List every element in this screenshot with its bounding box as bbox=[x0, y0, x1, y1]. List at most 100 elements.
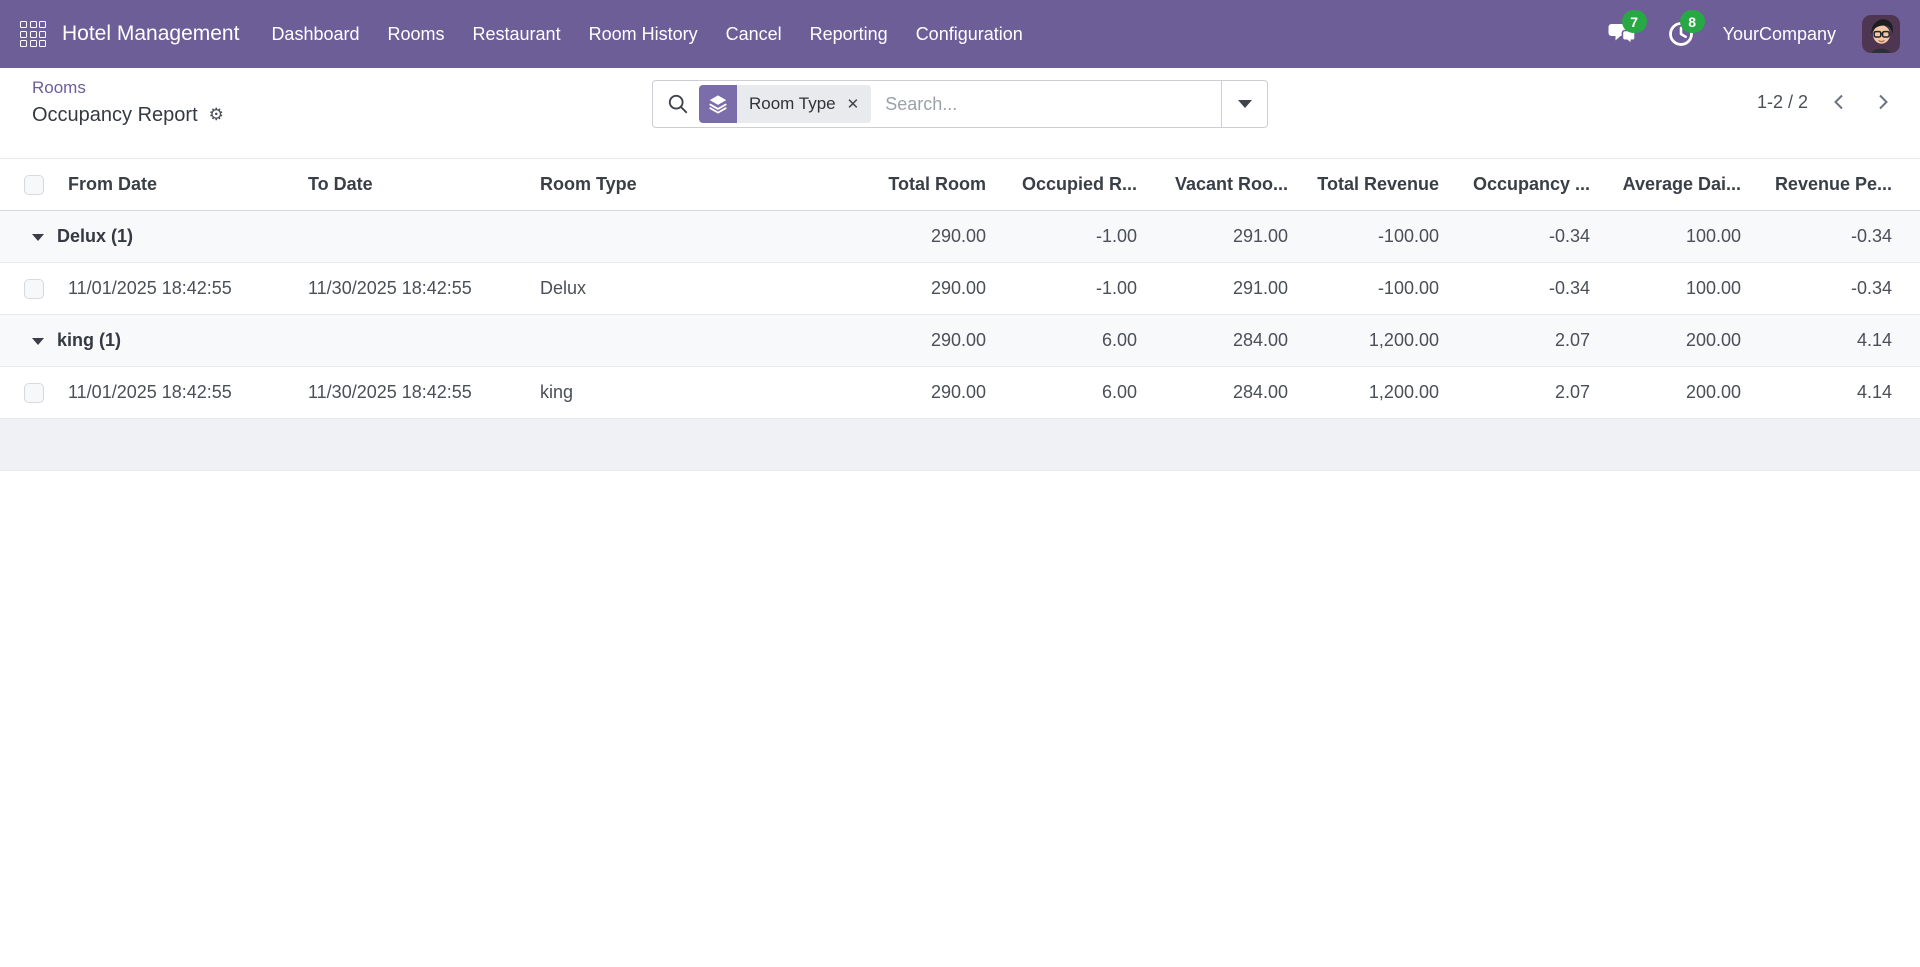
group-aggregate-vacant-roo: 284.00 bbox=[1146, 315, 1297, 367]
nav-item-cancel[interactable]: Cancel bbox=[712, 0, 796, 68]
group-label: king (1) bbox=[57, 330, 121, 350]
search-input[interactable] bbox=[871, 94, 1221, 115]
group-aggregate-vacant-roo: 291.00 bbox=[1146, 211, 1297, 263]
group-label: Delux (1) bbox=[57, 226, 133, 246]
messages-badge: 7 bbox=[1622, 10, 1647, 33]
column-header-average-dai[interactable]: Average Dai... bbox=[1599, 159, 1750, 211]
group-header-cell[interactable]: king (1) bbox=[0, 315, 300, 367]
group-aggregate-occupied-r: 6.00 bbox=[995, 315, 1146, 367]
column-header-total-room[interactable]: Total Room bbox=[844, 159, 995, 211]
column-header-from-date[interactable]: From Date bbox=[60, 159, 300, 211]
cell-total-room[interactable]: 290.00 bbox=[844, 263, 995, 315]
user-avatar[interactable] bbox=[1862, 15, 1900, 53]
group-aggregate-occupied-r: -1.00 bbox=[995, 211, 1146, 263]
cell-from-date[interactable]: 11/01/2025 18:42:55 bbox=[60, 263, 300, 315]
group-row-king-1[interactable]: king (1) 290.006.00284.001,200.002.07200.… bbox=[0, 315, 1920, 367]
group-aggregate-occupancy: -0.34 bbox=[1448, 211, 1599, 263]
facet-remove-icon[interactable]: ✕ bbox=[847, 97, 860, 112]
nav-item-reporting[interactable]: Reporting bbox=[796, 0, 902, 68]
group-filler bbox=[1901, 211, 1920, 263]
cell-from-date[interactable]: 11/01/2025 18:42:55 bbox=[60, 367, 300, 419]
messages-button[interactable]: 7 bbox=[1607, 18, 1639, 50]
pager-value[interactable]: 1-2 / 2 bbox=[1757, 92, 1808, 113]
column-header-vacant-roo[interactable]: Vacant Roo... bbox=[1146, 159, 1297, 211]
nav-item-rooms[interactable]: Rooms bbox=[374, 0, 459, 68]
cell-average-dai[interactable]: 100.00 bbox=[1599, 263, 1750, 315]
column-header-room-type[interactable]: Room Type bbox=[532, 159, 844, 211]
header-filler bbox=[1901, 159, 1920, 211]
nav-item-dashboard[interactable]: Dashboard bbox=[257, 0, 373, 68]
pager: 1-2 / 2 bbox=[1757, 84, 1900, 120]
cell-to-date[interactable]: 11/30/2025 18:42:55 bbox=[300, 263, 532, 315]
group-empty-cell bbox=[300, 211, 532, 263]
group-row-delux-1[interactable]: Delux (1)290.00-1.00291.00-100.00-0.3410… bbox=[0, 211, 1920, 263]
cell-revenue-pe[interactable]: 4.14 bbox=[1750, 367, 1901, 419]
row-filler bbox=[1901, 263, 1920, 315]
group-aggregate-total-room: 290.00 bbox=[844, 315, 995, 367]
select-all-header bbox=[0, 159, 60, 211]
cell-revenue-pe[interactable]: -0.34 bbox=[1750, 263, 1901, 315]
cell-room-type[interactable]: king bbox=[532, 367, 844, 419]
facet-label: Room Type bbox=[749, 94, 836, 114]
group-aggregate-revenue-pe: 4.14 bbox=[1750, 315, 1901, 367]
row-checkbox-cell bbox=[0, 263, 60, 315]
app-switcher-button[interactable] bbox=[14, 15, 52, 53]
table-row[interactable]: 11/01/2025 18:42:5511/30/2025 18:42:55ki… bbox=[0, 367, 1920, 419]
table-header-row: From DateTo DateRoom TypeTotal RoomOccup… bbox=[0, 159, 1920, 211]
chevron-left-icon bbox=[1828, 90, 1852, 114]
group-header-cell[interactable]: Delux (1) bbox=[0, 211, 300, 263]
group-empty-cell bbox=[532, 211, 844, 263]
cell-room-type[interactable]: Delux bbox=[532, 263, 844, 315]
company-name[interactable]: YourCompany bbox=[1723, 24, 1836, 45]
nav-item-room-history[interactable]: Room History bbox=[575, 0, 712, 68]
cell-occupied-r[interactable]: 6.00 bbox=[995, 367, 1146, 419]
select-all-checkbox[interactable] bbox=[24, 175, 44, 195]
search-icon bbox=[667, 93, 689, 115]
row-checkbox-cell bbox=[0, 367, 60, 419]
group-toggle-caret-icon[interactable] bbox=[32, 338, 44, 345]
nav-item-configuration[interactable]: Configuration bbox=[902, 0, 1037, 68]
cell-vacant-roo[interactable]: 291.00 bbox=[1146, 263, 1297, 315]
cell-occupancy[interactable]: 2.07 bbox=[1448, 367, 1599, 419]
group-toggle-caret-icon[interactable] bbox=[32, 234, 44, 241]
page-title: Occupancy Report bbox=[32, 102, 198, 128]
pager-previous-button[interactable] bbox=[1822, 84, 1858, 120]
nav-item-restaurant[interactable]: Restaurant bbox=[459, 0, 575, 68]
column-header-revenue-pe[interactable]: Revenue Pe... bbox=[1750, 159, 1901, 211]
cell-vacant-roo[interactable]: 284.00 bbox=[1146, 367, 1297, 419]
search-bar: Room Type ✕ bbox=[652, 80, 1268, 128]
table-row[interactable]: 11/01/2025 18:42:5511/30/2025 18:42:55De… bbox=[0, 263, 1920, 315]
group-aggregate-total-room: 290.00 bbox=[844, 211, 995, 263]
cell-total-revenue[interactable]: -100.00 bbox=[1297, 263, 1448, 315]
group-aggregate-revenue-pe: -0.34 bbox=[1750, 211, 1901, 263]
occupancy-report-table: From DateTo DateRoom TypeTotal RoomOccup… bbox=[0, 158, 1920, 471]
group-filler bbox=[1901, 315, 1920, 367]
group-empty-cell bbox=[300, 315, 532, 367]
row-filler bbox=[1901, 367, 1920, 419]
column-header-occupancy[interactable]: Occupancy ... bbox=[1448, 159, 1599, 211]
cell-to-date[interactable]: 11/30/2025 18:42:55 bbox=[300, 367, 532, 419]
row-checkbox[interactable] bbox=[24, 383, 44, 403]
group-aggregate-total-revenue: 1,200.00 bbox=[1297, 315, 1448, 367]
cell-occupancy[interactable]: -0.34 bbox=[1448, 263, 1599, 315]
row-checkbox[interactable] bbox=[24, 279, 44, 299]
cell-occupied-r[interactable]: -1.00 bbox=[995, 263, 1146, 315]
cell-total-room[interactable]: 290.00 bbox=[844, 367, 995, 419]
column-header-occupied-r[interactable]: Occupied R... bbox=[995, 159, 1146, 211]
breadcrumb-rooms-link[interactable]: Rooms bbox=[32, 77, 86, 99]
apps-grid-icon bbox=[20, 21, 46, 47]
group-aggregate-average-dai: 200.00 bbox=[1599, 315, 1750, 367]
activities-badge: 8 bbox=[1680, 10, 1705, 33]
cell-total-revenue[interactable]: 1,200.00 bbox=[1297, 367, 1448, 419]
search-dropdown-toggle[interactable] bbox=[1221, 81, 1267, 127]
column-header-to-date[interactable]: To Date bbox=[300, 159, 532, 211]
activities-button[interactable]: 8 bbox=[1665, 18, 1697, 50]
column-header-total-revenue[interactable]: Total Revenue bbox=[1297, 159, 1448, 211]
table-footer bbox=[0, 419, 1920, 471]
group-aggregate-total-revenue: -100.00 bbox=[1297, 211, 1448, 263]
group-aggregate-occupancy: 2.07 bbox=[1448, 315, 1599, 367]
app-brand-link[interactable]: Hotel Management bbox=[62, 22, 239, 46]
cell-average-dai[interactable]: 200.00 bbox=[1599, 367, 1750, 419]
pager-next-button[interactable] bbox=[1864, 84, 1900, 120]
gear-icon[interactable]: ⚙ bbox=[209, 107, 224, 124]
